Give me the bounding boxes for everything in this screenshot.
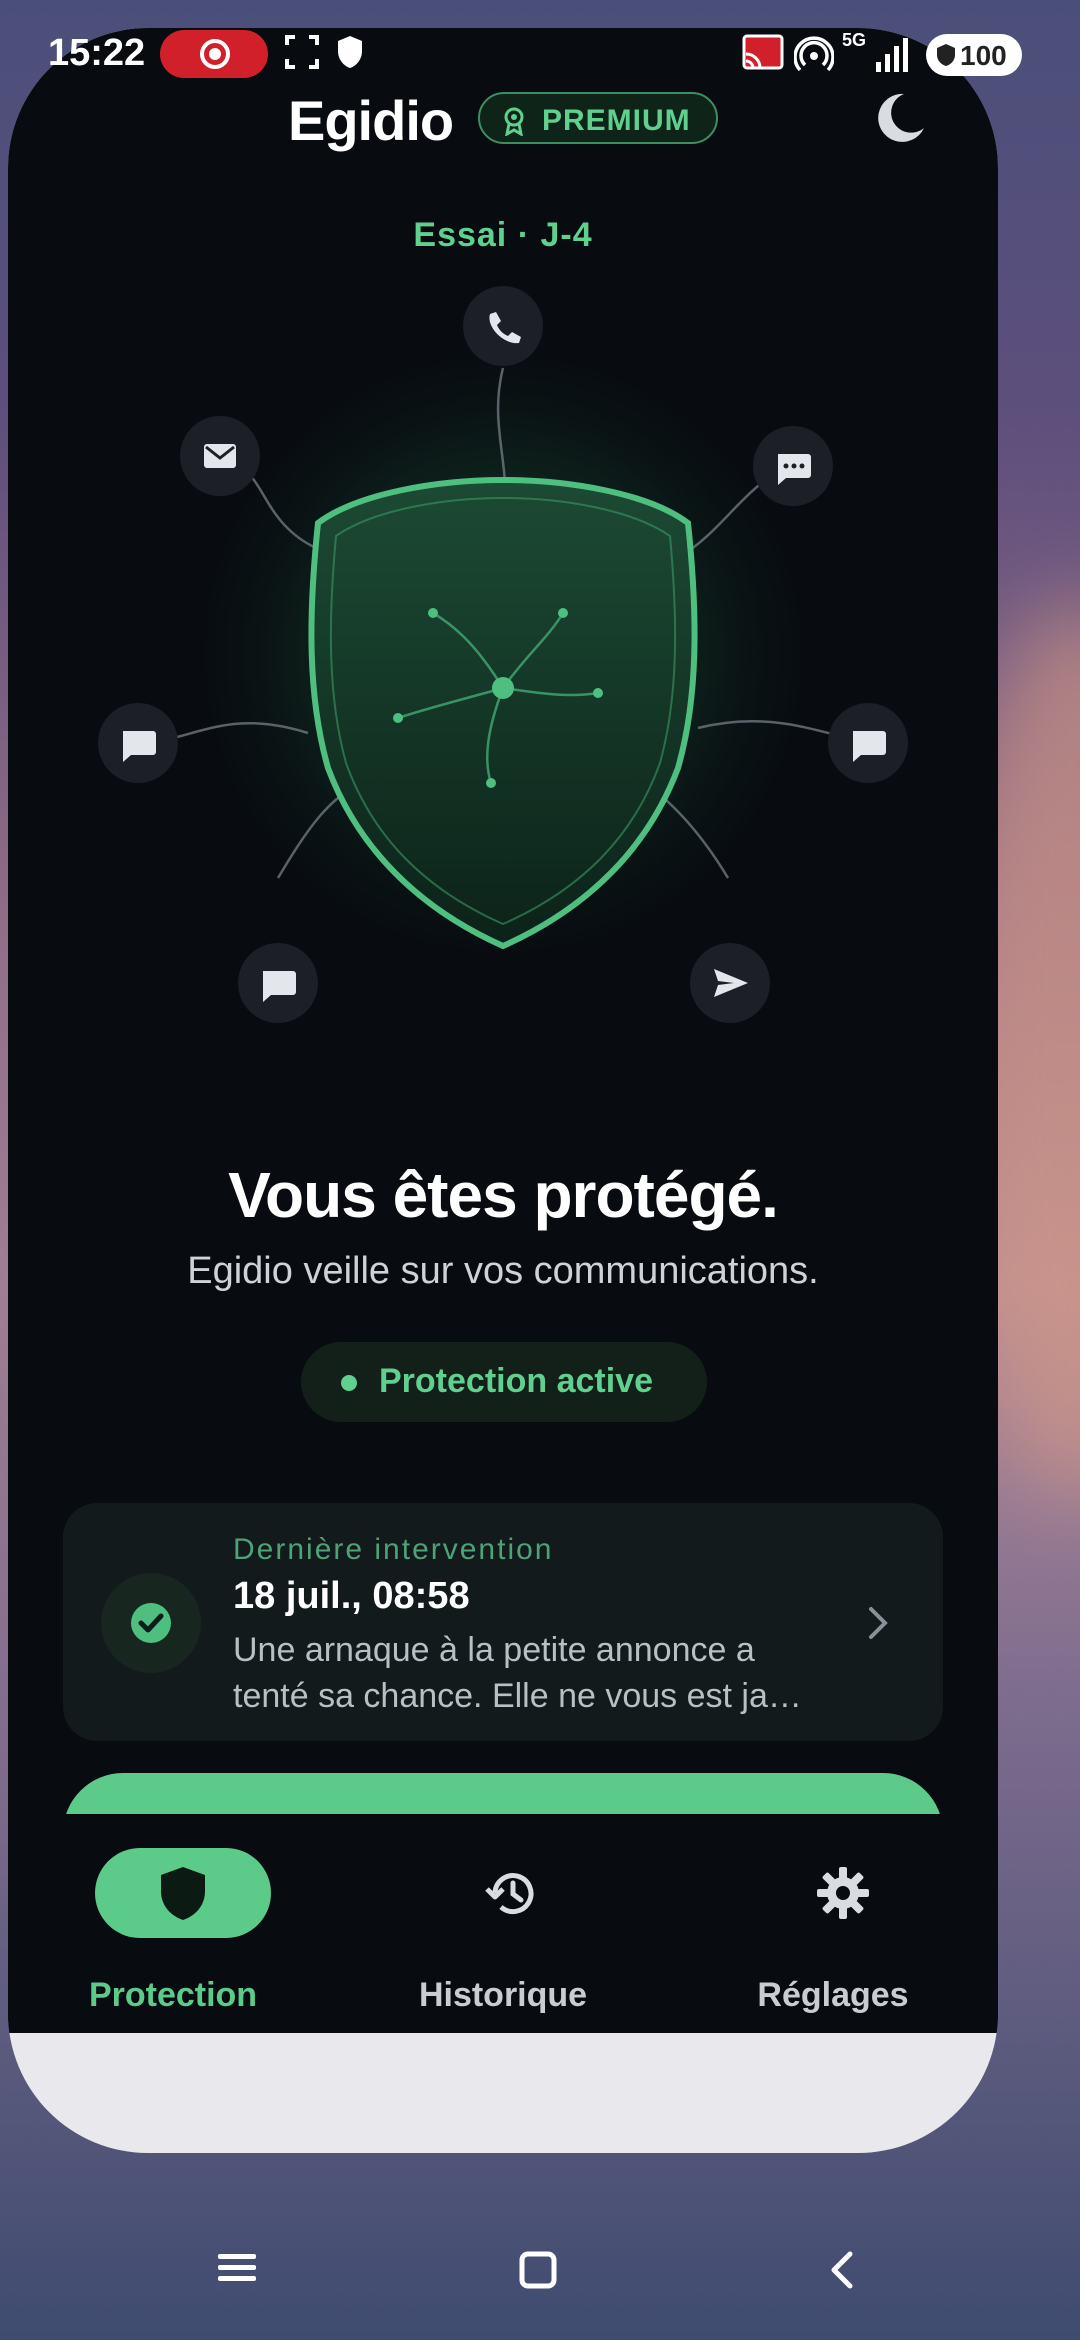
nav-item-historique[interactable]: Historique: [338, 1814, 668, 2033]
history-icon: [485, 1873, 534, 1915]
app-screen: Egidio PREMIUM Essai · J-4 Vous êtes pro…: [8, 28, 998, 2033]
last-intervention-card[interactable]: Dernière intervention 18 juil., 08:58 Un…: [63, 1503, 943, 1741]
protection-subline: Egidio veille sur vos communications.: [187, 1250, 819, 1292]
status-time: 15:22: [48, 32, 146, 74]
nav-icon-container: [755, 1848, 931, 1938]
system-navigation-bar: [0, 2190, 1080, 2340]
signal-icon: [876, 38, 908, 72]
back-icon[interactable]: [826, 2250, 858, 2290]
nav-item-protection[interactable]: Protection: [8, 1814, 338, 2033]
cast-icon: [742, 34, 784, 70]
trial-status: Essai · J-4: [413, 216, 593, 254]
battery-shield-icon: [937, 44, 955, 66]
network-type: 5G: [842, 30, 867, 50]
last-intervention-message: Une arnaque à la petite annonce a tenté …: [233, 1631, 802, 1715]
nav-item-reglages[interactable]: Réglages: [668, 1814, 998, 2033]
award-icon: [504, 107, 524, 136]
check-circle: [101, 1573, 201, 1673]
last-intervention-label: Dernière intervention: [233, 1533, 554, 1566]
protection-headline: Vous êtes protégé.: [228, 1159, 779, 1231]
screen-record-indicator[interactable]: [160, 30, 268, 78]
protection-status-label: Protection active: [379, 1362, 653, 1400]
bottom-navigation: Protection Historique Réglages: [8, 1814, 998, 2033]
chevron-right-icon: [869, 1607, 888, 1639]
status-dot: [341, 1375, 357, 1391]
hotspot-icon: [794, 36, 834, 72]
nav-active-indicator: [95, 1848, 271, 1938]
check-icon: [131, 1603, 171, 1643]
status-bar: 15:22 5G 100: [0, 0, 1080, 110]
shield-icon: [161, 1867, 205, 1920]
shield-status-icon: [338, 36, 362, 68]
nav-label-historique: Historique: [418, 1976, 588, 2014]
last-intervention-date: 18 juil., 08:58: [233, 1575, 470, 1617]
nav-icon-container: [425, 1848, 601, 1938]
battery-indicator: 100: [926, 34, 1022, 76]
gear-icon: [817, 1867, 869, 1919]
battery-level: 100: [960, 40, 1007, 71]
shield-illustration: [98, 286, 908, 1028]
app-window: Egidio PREMIUM Essai · J-4 Vous êtes pro…: [8, 28, 998, 2153]
protection-status-badge: Protection active: [301, 1342, 707, 1422]
nav-label-reglages: Réglages: [757, 1976, 909, 2014]
menu-icon[interactable]: [216, 2250, 258, 2286]
nav-label-protection: Protection: [88, 1976, 258, 2014]
home-icon[interactable]: [518, 2250, 558, 2290]
mail-icon: [204, 444, 236, 468]
screenshot-icon: [285, 35, 319, 69]
